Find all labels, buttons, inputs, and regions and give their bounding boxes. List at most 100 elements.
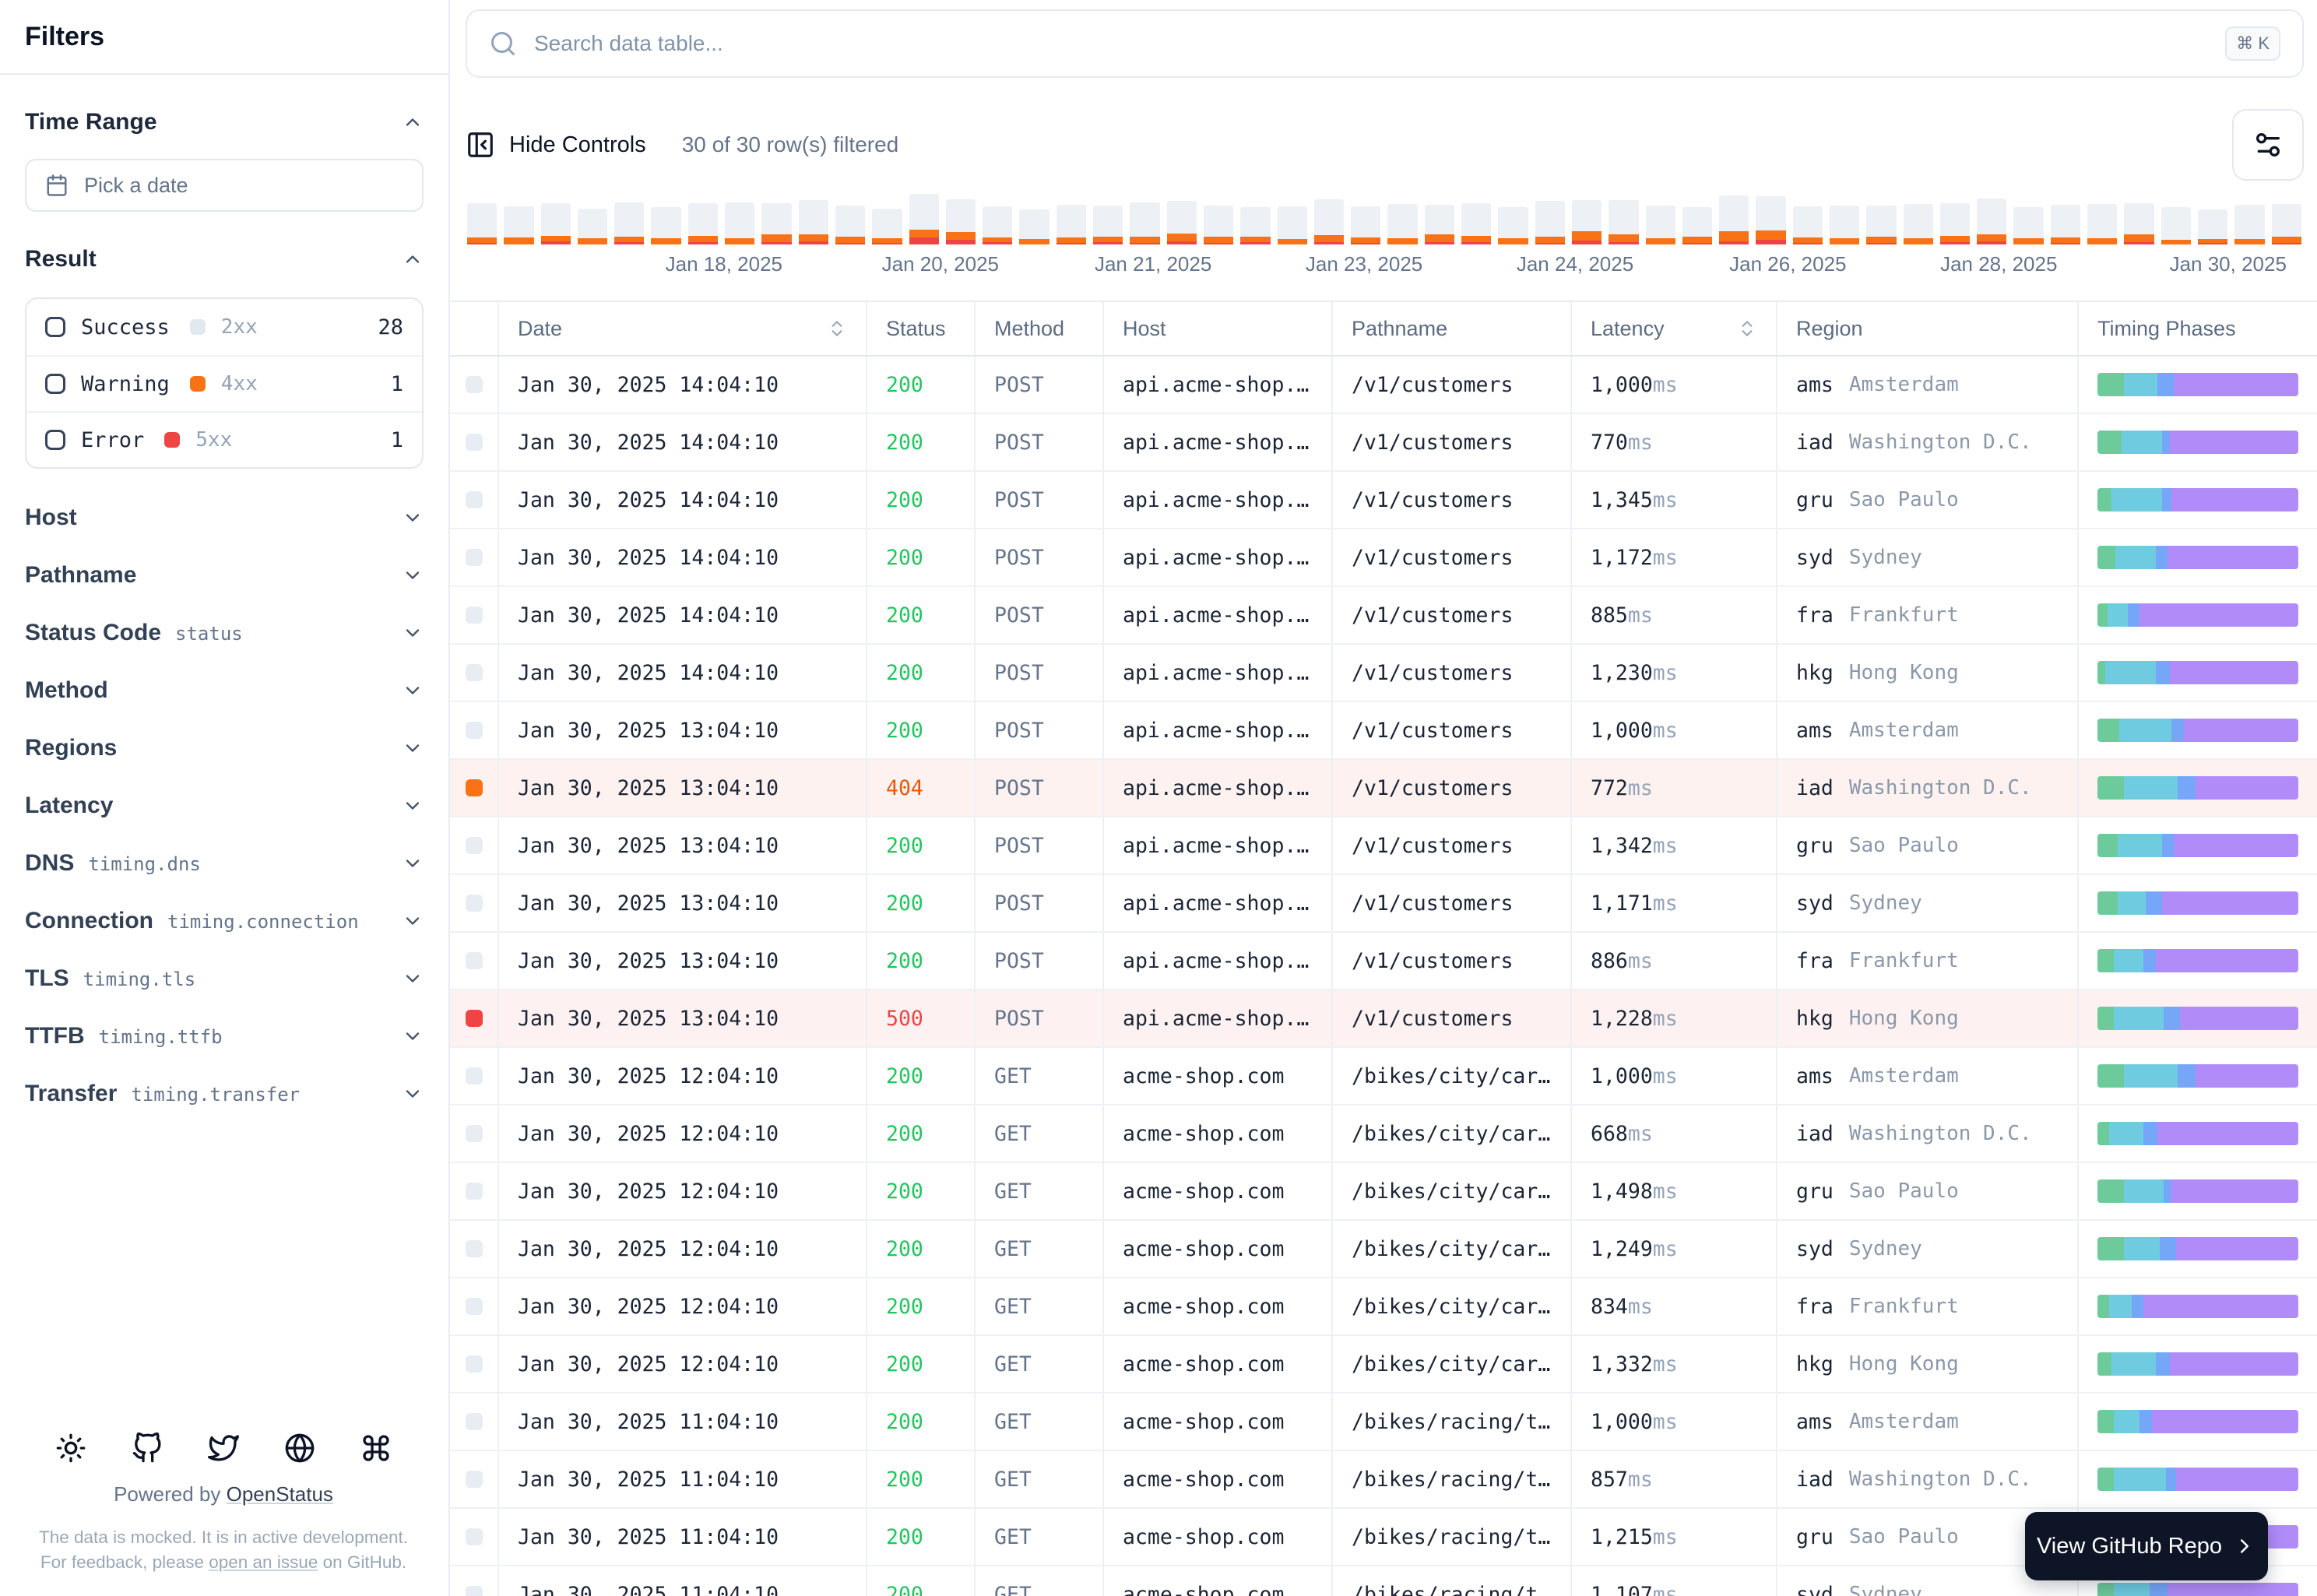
timeline-bar[interactable] xyxy=(1866,206,1897,244)
timeline-bar[interactable] xyxy=(2087,204,2118,244)
timeline-bar[interactable] xyxy=(2161,207,2191,244)
table-row[interactable]: Jan 30, 2025 14:04:10 200 POST api.acme-sho… xyxy=(450,472,2317,529)
view-github-repo-button[interactable]: View GitHub Repo xyxy=(2025,1512,2268,1580)
result-section-toggle[interactable]: Result xyxy=(25,246,424,272)
timeline-bar[interactable] xyxy=(2050,205,2081,244)
timeline-bar[interactable] xyxy=(467,203,498,244)
timeline-bar[interactable] xyxy=(1792,206,1823,244)
timeline-bar[interactable] xyxy=(577,209,608,244)
checkbox[interactable] xyxy=(45,430,65,450)
hide-controls-button[interactable]: Hide Controls xyxy=(466,130,646,160)
timeline-bar[interactable] xyxy=(1609,200,1639,244)
table-row[interactable]: Jan 30, 2025 11:04:10 200 GET acme-shop.com… xyxy=(450,1394,2317,1451)
table-row[interactable]: Jan 30, 2025 13:04:10 200 POST api.acme-sho… xyxy=(450,702,2317,760)
timeline-bar[interactable] xyxy=(945,199,976,244)
timeline-bar[interactable] xyxy=(1277,206,1307,244)
timeline-bar[interactable] xyxy=(1498,207,1528,244)
timeline-bar[interactable] xyxy=(725,202,755,244)
globe-icon[interactable] xyxy=(284,1433,315,1464)
timeline-bar[interactable] xyxy=(1461,203,1492,244)
timeline-bar[interactable] xyxy=(1645,206,1675,244)
timeline-bar[interactable] xyxy=(1240,207,1271,244)
table-row[interactable]: Jan 30, 2025 14:04:10 200 POST api.acme-sho… xyxy=(450,414,2317,472)
table-row[interactable]: Jan 30, 2025 12:04:10 200 GET acme-shop.com… xyxy=(450,1278,2317,1336)
timeline-bar[interactable] xyxy=(798,200,828,244)
table-row[interactable]: Jan 30, 2025 12:04:10 200 GET acme-shop.com… xyxy=(450,1048,2317,1106)
timeline-bar[interactable] xyxy=(1903,204,1933,244)
table-row[interactable]: Jan 30, 2025 12:04:10 200 GET acme-shop.com… xyxy=(450,1163,2317,1221)
timeline-bar[interactable] xyxy=(1203,206,1234,244)
view-options-button[interactable] xyxy=(2232,109,2304,181)
timeline-bar[interactable] xyxy=(687,203,719,244)
twitter-icon[interactable] xyxy=(208,1433,239,1464)
search-input[interactable] xyxy=(534,31,2209,56)
filter-section-ttfb[interactable]: TTFB timing.ttfb xyxy=(25,1007,424,1065)
timeline-bar[interactable] xyxy=(1056,205,1087,244)
timeline-bar[interactable] xyxy=(1313,199,1345,244)
open-issue-link[interactable]: open an issue xyxy=(209,1552,318,1572)
timeline-bar[interactable] xyxy=(761,203,792,244)
filter-section-dns[interactable]: DNS timing.dns xyxy=(25,835,424,892)
result-item-success[interactable]: Success 2xx 28 xyxy=(26,299,422,355)
filter-section-pathname[interactable]: Pathname xyxy=(25,547,424,604)
table-row[interactable]: Jan 30, 2025 12:04:10 200 GET acme-shop.com… xyxy=(450,1336,2317,1394)
filter-section-connection[interactable]: Connection timing.connection xyxy=(25,892,424,950)
filter-section-method[interactable]: Method xyxy=(25,662,424,719)
column-header-date[interactable]: Date xyxy=(499,302,867,355)
filter-section-status-code[interactable]: Status Code status xyxy=(25,604,424,662)
timeline-bar[interactable] xyxy=(1756,196,1786,244)
timeline-bar[interactable] xyxy=(1829,206,1860,244)
timeline-bar[interactable] xyxy=(2234,205,2265,244)
timeline-bar[interactable] xyxy=(983,206,1013,244)
checkbox[interactable] xyxy=(45,374,65,394)
table-row[interactable]: Jan 30, 2025 14:04:10 200 POST api.acme-sho… xyxy=(450,587,2317,645)
timeline-bar[interactable] xyxy=(1939,203,1971,244)
table-row[interactable]: Jan 30, 2025 14:04:10 200 POST api.acme-sho… xyxy=(450,529,2317,587)
table-row[interactable]: Jan 30, 2025 13:04:10 500 POST api.acme-sho… xyxy=(450,990,2317,1048)
timeline-bar[interactable] xyxy=(1351,206,1381,244)
table-row[interactable]: Jan 30, 2025 11:04:10 200 GET acme-shop.com… xyxy=(450,1451,2317,1509)
filter-section-host[interactable]: Host xyxy=(25,489,424,547)
filter-section-regions[interactable]: Regions xyxy=(25,719,424,777)
command-icon[interactable] xyxy=(360,1433,392,1464)
timeline-bar[interactable] xyxy=(2013,207,2044,244)
timeline-bar[interactable] xyxy=(1535,201,1565,244)
timeline-bar[interactable] xyxy=(872,209,902,244)
theme-toggle-sun-icon[interactable] xyxy=(55,1433,86,1464)
timeline-bar[interactable] xyxy=(909,194,939,244)
timeline-bar[interactable] xyxy=(1682,207,1713,244)
timeline-bar[interactable] xyxy=(1571,200,1602,244)
result-item-warning[interactable]: Warning 4xx 1 xyxy=(26,355,422,411)
timeline-bar[interactable] xyxy=(1093,206,1123,244)
timeline-bar[interactable] xyxy=(1130,202,1160,244)
timeline-bar[interactable] xyxy=(614,202,645,244)
table-row[interactable]: Jan 30, 2025 13:04:10 404 POST api.acme-sho… xyxy=(450,760,2317,817)
timeline-bar[interactable] xyxy=(1019,209,1050,244)
timeline-bar[interactable] xyxy=(835,206,866,244)
sort-chevrons-icon[interactable] xyxy=(1737,318,1757,339)
timeline-bar[interactable] xyxy=(1977,199,2007,244)
result-item-error[interactable]: Error 5xx 1 xyxy=(26,411,422,467)
table-row[interactable]: Jan 30, 2025 12:04:10 200 GET acme-shop.com… xyxy=(450,1106,2317,1163)
openstatus-link[interactable]: OpenStatus xyxy=(227,1482,333,1506)
filter-section-tls[interactable]: TLS timing.tls xyxy=(25,950,424,1007)
timeline-bar[interactable] xyxy=(1166,201,1197,244)
timeline-bar[interactable] xyxy=(1719,195,1749,244)
table-row[interactable]: Jan 30, 2025 14:04:10 200 POST api.acme-sho… xyxy=(450,645,2317,702)
github-icon[interactable] xyxy=(132,1432,163,1464)
timeline-bar[interactable] xyxy=(651,207,681,244)
time-range-section-toggle[interactable]: Time Range xyxy=(25,109,424,135)
checkbox[interactable] xyxy=(45,317,65,337)
timeline-bar[interactable] xyxy=(540,203,571,244)
table-row[interactable]: Jan 30, 2025 14:04:10 200 POST api.acme-sho… xyxy=(450,357,2317,414)
filter-section-transfer[interactable]: Transfer timing.transfer xyxy=(25,1065,424,1123)
table-row[interactable]: Jan 30, 2025 13:04:10 200 POST api.acme-sho… xyxy=(450,933,2317,990)
timeline-bar[interactable] xyxy=(1387,204,1418,244)
sort-chevrons-icon[interactable] xyxy=(827,318,847,339)
timeline-bar[interactable] xyxy=(1424,205,1455,244)
timeline-bar[interactable] xyxy=(2197,209,2228,244)
table-row[interactable]: Jan 30, 2025 13:04:10 200 POST api.acme-sho… xyxy=(450,875,2317,933)
column-header-latency[interactable]: Latency xyxy=(1572,302,1777,355)
timeline-bar[interactable] xyxy=(504,206,534,244)
timeline-bar[interactable] xyxy=(2271,204,2301,244)
